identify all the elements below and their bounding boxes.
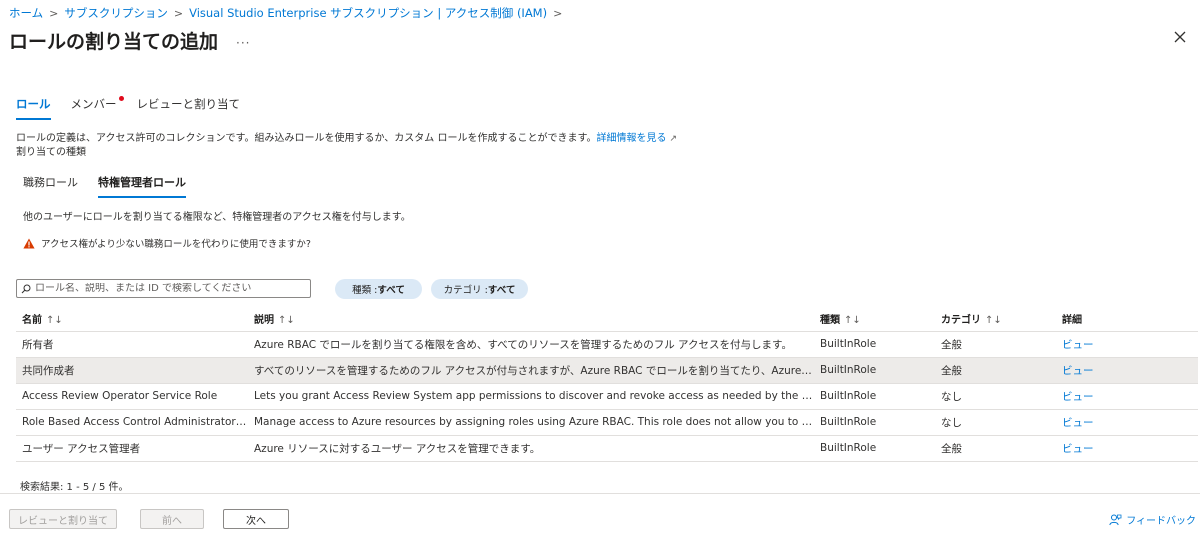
role-type-cell: BuiltInRole: [814, 331, 935, 358]
roles-table: 名前 ↑↓ 説明 ↑↓ 種類 ↑↓ カテゴリ ↑↓ 詳細 所有者 Azure RBAC …: [16, 306, 1198, 462]
column-header-type[interactable]: 種類 ↑↓: [814, 306, 935, 332]
warning-message: アクセス権がより少ない職務ロールを代わりに使用できますか?: [23, 236, 311, 250]
role-name-cell: 所有者: [16, 331, 248, 358]
role-name-cell: 共同作成者: [16, 357, 248, 384]
role-name-cell: Access Review Operator Service Role: [16, 383, 248, 410]
page-title: ロールの割り当ての追加: [9, 31, 219, 53]
previous-button[interactable]: 前へ: [140, 509, 204, 529]
search-icon: [21, 284, 31, 293]
breadcrumb-home[interactable]: ホーム: [9, 5, 43, 21]
chevron-right-icon: >: [49, 6, 59, 20]
tab-job-function-roles[interactable]: 職務ロール: [23, 174, 78, 198]
role-category-cell: 全般: [935, 435, 1056, 462]
privileged-roles-description: 他のユーザーにロールを割り当てる権限など、特権管理者のアクセス権を付与します。: [23, 212, 411, 223]
warning-icon: [23, 238, 35, 248]
role-type-cell: BuiltInRole: [814, 383, 935, 410]
feedback-label: フィードバック: [1126, 516, 1196, 527]
warning-text: アクセス権がより少ない職務ロールを代わりに使用できますか?: [41, 239, 311, 250]
role-category-cell: 全般: [935, 331, 1056, 358]
sort-icon[interactable]: ↑↓: [46, 315, 63, 326]
wizard-tabs: ロール メンバー レビューと割り当て: [16, 96, 240, 120]
feedback-link[interactable]: フィードバック: [1109, 512, 1196, 527]
role-details-cell: ビュー: [1056, 435, 1198, 462]
column-category-label: カテゴリ: [941, 314, 981, 326]
view-details-link[interactable]: ビュー: [1062, 391, 1094, 403]
footer-divider: [0, 493, 1200, 494]
search-input[interactable]: [35, 283, 310, 294]
more-options-icon[interactable]: ···: [236, 36, 250, 50]
sort-icon[interactable]: ↑↓: [844, 315, 861, 326]
next-button[interactable]: 次へ: [223, 509, 289, 529]
role-type-tabs: 職務ロール 特権管理者ロール: [23, 174, 186, 198]
column-type-label: 種類: [820, 314, 840, 326]
role-description-cell: Manage access to Azure resources by assi…: [248, 409, 814, 436]
tab-members-label: メンバー: [70, 97, 117, 111]
role-description-cell: Azure RBAC でロールを割り当てる権限を含め、すべてのリソースを管理する…: [248, 331, 814, 358]
close-icon[interactable]: [1173, 30, 1187, 44]
category-filter-label: カテゴリ :: [443, 285, 488, 296]
table-row[interactable]: Access Review Operator Service Role Lets…: [16, 383, 1198, 410]
chevron-right-icon: >: [553, 6, 563, 20]
breadcrumb-iam[interactable]: Visual Studio Enterprise サブスクリプション | アクセ…: [189, 5, 547, 21]
column-header-details: 詳細: [1056, 306, 1198, 332]
role-category-cell: なし: [935, 409, 1056, 436]
role-details-cell: ビュー: [1056, 409, 1198, 436]
role-details-cell: ビュー: [1056, 383, 1198, 410]
type-filter-value: すべて: [377, 285, 405, 296]
assignment-type-label: 割り当ての種類: [16, 147, 86, 158]
table-row[interactable]: 共同作成者 すべてのリソースを管理するためのフル アクセスが付与されますが、Az…: [16, 357, 1198, 384]
sort-icon[interactable]: ↑↓: [985, 315, 1002, 326]
column-header-category[interactable]: カテゴリ ↑↓: [935, 306, 1056, 332]
role-search-box: [16, 279, 311, 298]
column-header-name[interactable]: 名前 ↑↓: [16, 306, 248, 332]
role-details-cell: ビュー: [1056, 331, 1198, 358]
tab-privileged-admin-roles[interactable]: 特権管理者ロール: [98, 174, 186, 198]
role-details-cell: ビュー: [1056, 357, 1198, 384]
role-type-cell: BuiltInRole: [814, 435, 935, 462]
type-filter-pill[interactable]: 種類 : すべて: [335, 279, 422, 299]
feedback-icon: [1109, 514, 1122, 525]
result-count: 検索結果: 1 - 5 / 5 件。: [20, 482, 129, 493]
table-header-row: 名前 ↑↓ 説明 ↑↓ 種類 ↑↓ カテゴリ ↑↓ 詳細: [16, 306, 1198, 332]
view-details-link[interactable]: ビュー: [1062, 417, 1094, 429]
external-link-icon: ↗: [669, 134, 678, 144]
table-row[interactable]: 所有者 Azure RBAC でロールを割り当てる権限を含め、すべてのリソースを…: [16, 331, 1198, 358]
breadcrumb: ホーム > サブスクリプション > Visual Studio Enterpri…: [9, 5, 562, 21]
view-details-link[interactable]: ビュー: [1062, 339, 1094, 351]
learn-more-link[interactable]: 詳細情報を見る: [596, 133, 666, 144]
review-assign-button[interactable]: レビューと割り当て: [9, 509, 117, 529]
table-row[interactable]: ユーザー アクセス管理者 Azure リソースに対するユーザー アクセスを管理で…: [16, 435, 1198, 462]
tab-members[interactable]: メンバー: [70, 96, 124, 120]
role-name-cell: Role Based Access Control Administrator …: [16, 409, 248, 436]
view-details-link[interactable]: ビュー: [1062, 443, 1094, 455]
chevron-right-icon: >: [173, 6, 184, 20]
category-filter-pill[interactable]: カテゴリ : すべて: [431, 279, 528, 299]
table-row[interactable]: Role Based Access Control Administrator …: [16, 409, 1198, 436]
column-description-label: 説明: [254, 314, 274, 326]
role-type-cell: BuiltInRole: [814, 357, 935, 384]
category-filter-value: すべて: [487, 285, 516, 296]
column-name-label: 名前: [22, 314, 42, 326]
role-description-cell: Lets you grant Access Review System app …: [248, 383, 814, 410]
sort-icon[interactable]: ↑↓: [278, 315, 295, 326]
column-header-description[interactable]: 説明 ↑↓: [248, 306, 814, 332]
required-indicator-dot: [118, 96, 124, 101]
breadcrumb-subscriptions[interactable]: サブスクリプション: [64, 5, 168, 21]
role-name-cell: ユーザー アクセス管理者: [16, 435, 248, 462]
role-description-cell: Azure リソースに対するユーザー アクセスを管理できます。: [248, 435, 814, 462]
tab-role[interactable]: ロール: [16, 96, 51, 120]
type-filter-label: 種類 :: [352, 285, 378, 296]
role-description-cell: すべてのリソースを管理するためのフル アクセスが付与されますが、Azure RB…: [248, 357, 814, 384]
role-description: ロールの定義は、アクセス許可のコレクションです。組み込みロールを使用するか、カス…: [16, 129, 677, 144]
role-type-cell: BuiltInRole: [814, 409, 935, 436]
view-details-link[interactable]: ビュー: [1062, 365, 1094, 377]
role-category-cell: なし: [935, 383, 1056, 410]
tab-review-assign[interactable]: レビューと割り当て: [137, 96, 241, 120]
title-row: ロールの割り当ての追加 ···: [9, 27, 250, 54]
role-description-text: ロールの定義は、アクセス許可のコレクションです。組み込みロールを使用するか、カス…: [16, 133, 597, 144]
role-category-cell: 全般: [935, 357, 1056, 384]
